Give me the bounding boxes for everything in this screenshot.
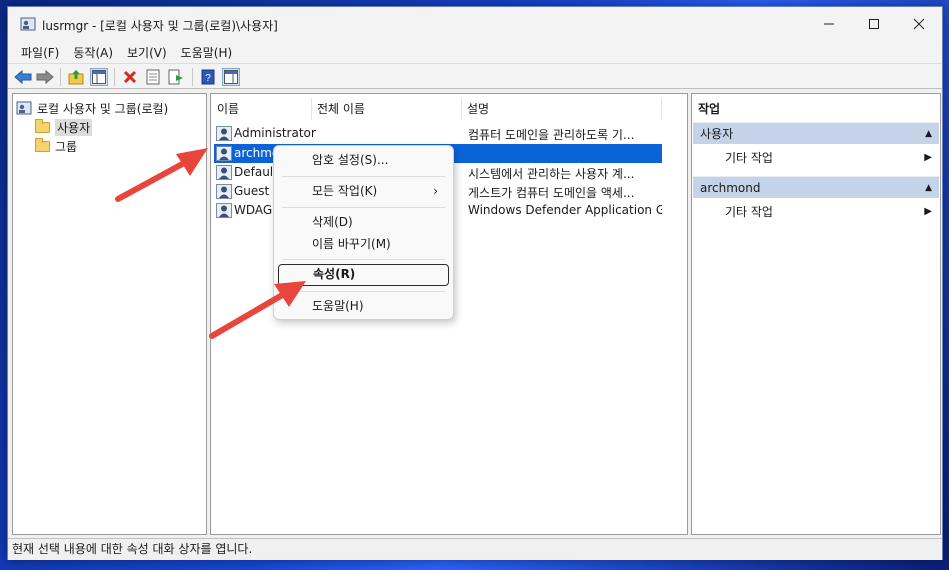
context-menu: 암호 설정(S)... 모든 작업(K) › 삭제(D) 이름 바꾸기(M) 속… [273,145,454,320]
show-hide-action-pane-button[interactable] [222,68,240,86]
ctx-properties[interactable]: 속성(R) [278,264,449,286]
ctx-delete[interactable]: 삭제(D) [278,211,449,233]
actions-pane: 작업 사용자 ▲ 기타 작업 ▶ archmond ▲ 기타 작업 ▶ [691,93,941,535]
column-header-fullname[interactable]: 전체 이름 [314,98,462,120]
export-list-icon [168,69,183,85]
forward-arrow-icon [36,70,54,84]
help-book-icon: ? [201,69,215,85]
folder-up-icon [68,70,84,85]
user-name: Default [234,165,278,179]
more-actions-label: 기타 작업 [725,151,773,165]
user-description: 게스트가 컴퓨터 도메인을 액세... [468,186,635,200]
actions-more-actions-users[interactable]: 기타 작업 ▶ [693,147,939,169]
ctx-rename[interactable]: 이름 바꾸기(M) [278,233,449,255]
actions-group-archmond[interactable]: archmond ▲ [693,176,939,198]
actions-more-actions-archmond[interactable]: 기타 작업 ▶ [693,201,939,223]
title-bar: lusrmgr - [로컬 사용자 및 그룹(로컬)\사용자] [8,7,942,41]
status-bar: 현재 선택 내용에 대한 속성 대화 상자를 엽니다. [8,538,942,560]
folder-icon [35,118,50,133]
user-icon [216,146,232,161]
user-description: 시스템에서 관리하는 사용자 계... [468,167,635,181]
user-description: 컴퓨터 도메인을 관리하도록 기... [468,128,635,142]
maximize-icon [869,19,879,29]
more-actions-label: 기타 작업 [725,205,773,219]
tree-root-local-users-groups[interactable]: 로컬 사용자 및 그룹(로컬) [16,99,168,117]
forward-button[interactable] [36,68,54,86]
chevron-right-icon: › [433,184,438,198]
user-icon [216,126,232,141]
menu-bar: 파일(F) 동작(A) 보기(V) 도움말(H) [8,41,942,63]
user-row-administrator[interactable]: Administrator 컴퓨터 도메인을 관리하도록 기... [214,124,662,143]
submenu-arrow-icon: ▶ [924,206,932,217]
user-icon [216,165,232,180]
back-arrow-icon [14,70,32,84]
toolbar: ? [8,63,942,89]
actions-group-users[interactable]: 사용자 ▲ [693,122,939,144]
tree-root-label: 로컬 사용자 및 그룹(로컬) [37,101,169,116]
export-list-button[interactable] [167,68,185,86]
user-icon [216,203,232,218]
user-icon [216,184,232,199]
properties-button[interactable] [144,68,162,86]
ctx-set-password[interactable]: 암호 설정(S)... [278,149,449,171]
minimize-icon [824,23,834,25]
collapse-triangle-icon: ▲ [925,183,932,193]
up-level-button[interactable] [67,68,85,86]
local-users-groups-icon [16,101,32,115]
close-button[interactable] [896,7,942,41]
column-header-name[interactable]: 이름 [214,98,312,120]
user-description: Windows Defender Application G... [468,203,662,217]
user-name: Administrator [234,126,316,140]
submenu-arrow-icon: ▶ [924,152,932,163]
folder-icon [35,137,50,152]
tree-item-groups[interactable]: 그룹 [35,137,77,155]
window-title: lusrmgr - [로컬 사용자 및 그룹(로컬)\사용자] [42,19,278,33]
svg-text:?: ? [205,73,211,84]
show-hide-tree-button[interactable] [90,68,108,86]
close-icon [913,18,925,30]
ctx-help[interactable]: 도움말(H) [278,295,449,317]
ctx-all-tasks[interactable]: 모든 작업(K) › [278,180,449,202]
column-header-description[interactable]: 설명 [464,98,662,120]
menu-file[interactable]: 파일(F) [14,44,66,61]
collapse-triangle-icon: ▲ [925,129,932,139]
lusrmgr-window: lusrmgr - [로컬 사용자 및 그룹(로컬)\사용자] 파일(F) 동작… [7,6,943,560]
user-name: Guest [234,184,270,198]
actions-group-users-label: 사용자 [700,127,734,141]
menu-help[interactable]: 도움말(H) [174,44,240,61]
minimize-button[interactable] [806,7,852,41]
maximize-button[interactable] [851,7,897,41]
menu-view[interactable]: 보기(V) [120,44,174,61]
action-pane-icon [224,70,238,84]
actions-group-archmond-label: archmond [700,181,761,195]
delete-x-icon [123,70,137,84]
console-tree-pane: 로컬 사용자 및 그룹(로컬) 사용자 그룹 [12,93,207,535]
tree-item-users[interactable]: 사용자 [35,118,93,136]
tree-item-users-label: 사용자 [55,118,93,136]
ctx-all-tasks-label: 모든 작업(K) [312,184,378,198]
app-icon [20,17,36,31]
menu-action[interactable]: 동작(A) [66,44,120,61]
console-tree-icon [92,70,106,84]
properties-icon [146,69,160,85]
delete-button[interactable] [121,68,139,86]
tree-item-groups-label: 그룹 [55,139,78,154]
help-button[interactable]: ? [199,68,217,86]
back-button[interactable] [14,68,32,86]
actions-header: 작업 [698,102,721,116]
